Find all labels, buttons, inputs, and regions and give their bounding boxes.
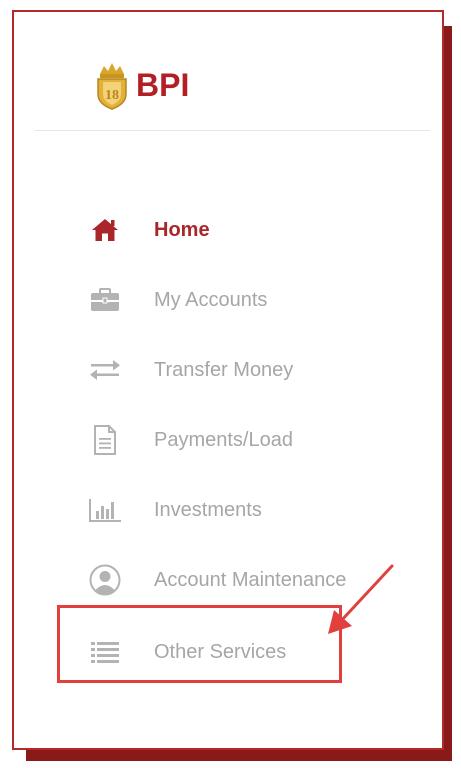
nav-item-transfer-money[interactable]: Transfer Money <box>0 340 461 400</box>
nav-item-investments[interactable]: Investments <box>0 480 461 540</box>
briefcase-icon <box>88 283 122 317</box>
bar-chart-icon <box>88 493 122 527</box>
nav-item-other-services[interactable]: Other Services <box>0 622 461 682</box>
bpi-crest-icon: 18 <box>97 63 127 110</box>
nav-label-my-accounts: My Accounts <box>154 288 268 311</box>
document-icon <box>88 423 122 457</box>
nav-item-payments-load[interactable]: Payments/Load <box>0 410 461 470</box>
nav-item-my-accounts[interactable]: My Accounts <box>0 270 461 330</box>
nav-label-investments: Investments <box>154 498 262 521</box>
nav-label-transfer-money: Transfer Money <box>154 358 294 381</box>
nav-item-home[interactable]: Home <box>0 200 461 260</box>
home-icon <box>88 213 122 247</box>
nav-label-home: Home <box>154 218 210 241</box>
svg-text:18: 18 <box>105 88 119 103</box>
bpi-logo[interactable]: 18 BPI <box>92 60 189 110</box>
user-circle-icon <box>88 563 122 597</box>
transfer-arrows-icon <box>88 353 122 387</box>
nav-label-payments-load: Payments/Load <box>154 428 293 451</box>
list-icon <box>88 635 122 669</box>
nav-label-account-maintenance: Account Maintenance <box>154 568 347 591</box>
brand-name: BPI <box>136 67 190 103</box>
header-divider <box>35 130 430 131</box>
nav-item-account-maintenance[interactable]: Account Maintenance <box>0 550 461 610</box>
nav-label-other-services: Other Services <box>154 640 287 663</box>
